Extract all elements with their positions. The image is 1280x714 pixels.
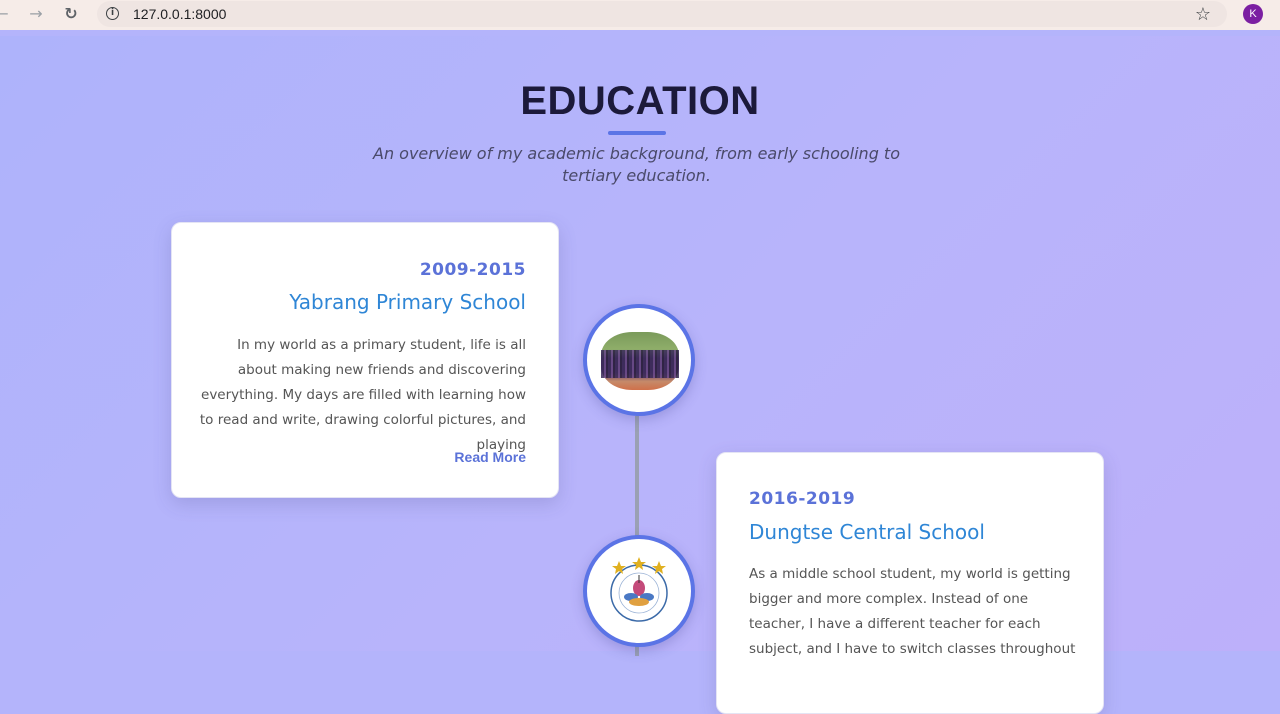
site-info-icon[interactable]: i	[106, 7, 119, 20]
card-description: As a middle school student, my world is …	[749, 566, 1076, 657]
card-school-name: Yabrang Primary School	[289, 290, 526, 314]
title-underline	[608, 131, 666, 135]
card-description: In my world as a primary student, life i…	[199, 337, 526, 453]
read-more-link[interactable]: Read More	[454, 449, 526, 465]
timeline-node-1	[583, 304, 695, 416]
timeline-card-1: 2009-2015 Yabrang Primary School In my w…	[171, 222, 559, 498]
browser-toolbar: ← → ↻ i 127.0.0.1:8000 ☆ K	[0, 0, 1280, 30]
section-title: EDUCATION	[520, 79, 760, 123]
profile-avatar[interactable]: K	[1243, 4, 1263, 24]
timeline-node-2	[583, 535, 695, 647]
timeline-card-2: 2016-2019 Dungtse Central School As a mi…	[716, 452, 1104, 714]
section-subtitle: An overview of my academic background, f…	[373, 144, 900, 185]
url-text[interactable]: 127.0.0.1:8000	[133, 6, 226, 22]
forward-icon[interactable]: →	[26, 4, 46, 24]
school-logo-icon	[610, 557, 668, 622]
bookmark-star-icon[interactable]: ☆	[1195, 4, 1211, 25]
reload-icon[interactable]: ↻	[61, 4, 81, 24]
card-years: 2016-2019	[749, 489, 856, 509]
card-school-name: Dungtse Central School	[749, 520, 985, 544]
card-years: 2009-2015	[419, 260, 526, 280]
school-assembly-photo	[601, 332, 679, 390]
address-bar[interactable]: i 127.0.0.1:8000 ☆	[97, 1, 1227, 27]
students-rows	[601, 350, 679, 378]
back-icon[interactable]: ←	[0, 4, 12, 24]
education-section: EDUCATION An overview of my academic bac…	[0, 36, 1280, 714]
